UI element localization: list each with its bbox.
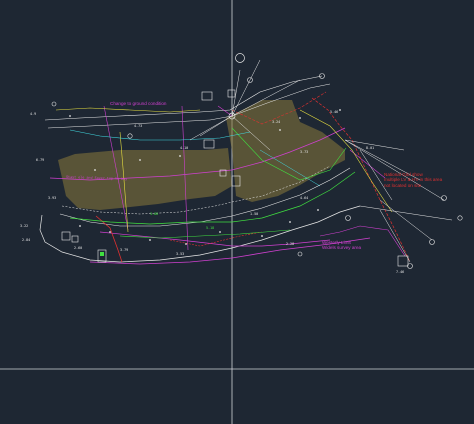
level-label: 3.73 [300, 150, 309, 154]
utility-yellow-1 [55, 107, 201, 113]
kiosk-marker [100, 252, 104, 256]
level-label: 5.18 [206, 226, 215, 230]
survey-station-circle[interactable] [235, 53, 245, 63]
level-label: 3.93 [48, 196, 57, 200]
level-label: 3.88 [150, 212, 159, 216]
level-label: 4.9 [30, 112, 37, 116]
node-circle-7 [457, 215, 463, 221]
node-circle-6 [429, 239, 435, 245]
national-grid-callout: National Grid show multiple LV & HV in t… [384, 172, 443, 188]
node-circle-3 [127, 133, 133, 139]
feature-box-5 [397, 255, 409, 267]
level-label: 4.10 [180, 146, 189, 150]
node-circle-9 [297, 251, 303, 257]
magenta-leader-3 [217, 105, 233, 117]
change-ground-callout: Change to ground condition [110, 101, 167, 106]
level-label: 2.60 [74, 246, 83, 250]
level-label: 3.79 [120, 248, 129, 252]
level-label: 4.64 [300, 196, 309, 200]
manhole-1 [61, 231, 71, 241]
manhole-2 [71, 235, 79, 243]
level-label: 5.46 [330, 110, 339, 114]
cad-drawing-canvas[interactable]: Change to ground condition National Grid… [0, 0, 474, 424]
road-edge-magenta-2 [99, 231, 331, 247]
utility-cyan-1 [69, 129, 251, 141]
level-label: 4.73 [134, 124, 143, 128]
level-label: 2.84 [22, 238, 31, 242]
level-label: 8.01 [366, 146, 375, 150]
level-label: 2.28 [286, 242, 295, 246]
utility-red-1 [95, 215, 123, 263]
bank-area-east [226, 100, 345, 202]
site-survey-drawing[interactable] [0, 0, 474, 424]
level-label: 7.46 [396, 270, 405, 274]
feature-box-1 [201, 91, 213, 101]
survey-boundary-south [39, 205, 361, 263]
level-label: 6.79 [36, 158, 45, 162]
level-label: 3.22 [20, 224, 29, 228]
westerly-limit-callout: Westerly Limit Widels survey area [322, 240, 362, 251]
level-label: 3.53 [176, 252, 185, 256]
level-label: 1.50 [250, 212, 259, 216]
feature-box-6 [203, 139, 215, 149]
feature-box-2 [227, 89, 236, 98]
node-circle-8 [51, 101, 57, 107]
node-circle-4 [345, 215, 351, 221]
level-label: 3.24 [272, 120, 281, 124]
